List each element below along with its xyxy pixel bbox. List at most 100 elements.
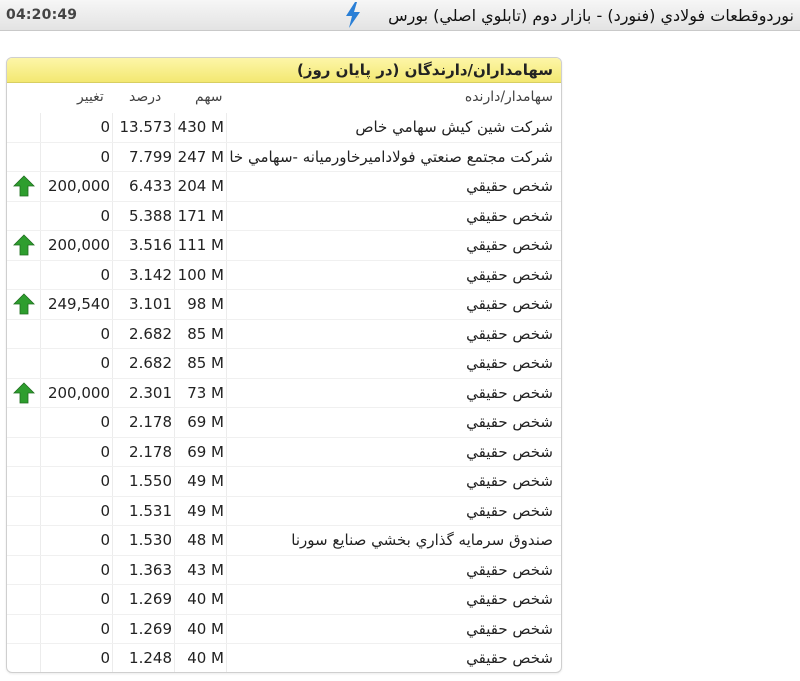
table-row[interactable]: 0 1.550 49 M شخص حقيقي <box>7 467 561 497</box>
table-row[interactable]: 0 2.178 69 M شخص حقيقي <box>7 408 561 438</box>
table-row[interactable]: 0 7.799 247 M شرکت مجتمع صنعتي فولادامیرخاو… <box>7 142 561 172</box>
table-row[interactable]: 0 1.269 40 M شخص حقيقي <box>7 585 561 615</box>
arrow-up-icon <box>12 175 35 197</box>
change-arrow-cell <box>7 142 41 171</box>
table-row[interactable]: 200,000 2.301 73 M شخص حقيقي <box>7 378 561 408</box>
change-cell: 249,540 <box>41 290 113 319</box>
holder-name-cell: شرکت مجتمع صنعتي فولادامیرخاورمیانه -سها… <box>229 147 553 166</box>
change-arrow-cell <box>7 378 41 407</box>
percent-cell: 2.301 <box>113 378 175 407</box>
holder-name-cell: شخص حقيقي <box>466 324 553 343</box>
change-arrow-cell <box>7 467 41 496</box>
change-cell: 200,000 <box>41 231 113 260</box>
change-cell: 0 <box>41 201 113 230</box>
change-arrow-cell <box>7 290 41 319</box>
arrow-up-icon <box>12 234 35 256</box>
table-row[interactable]: 0 1.248 40 M شخص حقيقي <box>7 644 561 672</box>
panel-title: سهامداران/دارندگان (در پايان روز) <box>7 58 561 83</box>
change-cell: 200,000 <box>41 172 113 201</box>
table-row[interactable]: 0 1.269 40 M شخص حقيقي <box>7 614 561 644</box>
shareholders-table: 0 13.573 430 M شرکت شين کيش سهامي خاص 0 7.799… <box>7 113 561 672</box>
table-row[interactable]: 249,540 3.101 98 M شخص حقيقي <box>7 290 561 320</box>
change-cell: 0 <box>41 555 113 584</box>
change-arrow-cell <box>7 585 41 614</box>
arrow-up-icon <box>12 382 35 404</box>
table-row[interactable]: 200,000 6.433 204 M شخص حقيقي <box>7 172 561 202</box>
change-cell: 0 <box>41 614 113 643</box>
percent-cell: 2.682 <box>113 319 175 348</box>
holder-name-cell: شخص حقيقي <box>466 590 553 609</box>
table-row[interactable]: 0 5.388 171 M شخص حقيقي <box>7 201 561 231</box>
shares-cell: 40 M <box>175 614 227 643</box>
table-row[interactable]: 0 1.530 48 M صندوق سرمايه گذاري بخشي صنايع … <box>7 526 561 556</box>
holder-name-cell: شخص حقيقي <box>466 619 553 638</box>
shares-cell: 85 M <box>175 319 227 348</box>
clock-time: 04:20:49 <box>6 7 78 23</box>
percent-cell: 3.516 <box>113 231 175 260</box>
table-row[interactable]: 0 3.142 100 M شخص حقيقي <box>7 260 561 290</box>
table-row[interactable]: 0 1.531 49 M شخص حقيقي <box>7 496 561 526</box>
percent-cell: 3.101 <box>113 290 175 319</box>
percent-cell: 1.363 <box>113 555 175 584</box>
column-percent: درصد <box>129 89 162 105</box>
holder-name-cell: شخص حقيقي <box>466 265 553 284</box>
table-row[interactable]: 0 2.178 69 M شخص حقيقي <box>7 437 561 467</box>
shares-cell: 73 M <box>175 378 227 407</box>
table-row[interactable]: 0 1.363 43 M شخص حقيقي <box>7 555 561 585</box>
holder-name-cell: شخص حقيقي <box>466 560 553 579</box>
holder-name-cell: شخص حقيقي <box>466 472 553 491</box>
change-arrow-cell <box>7 319 41 348</box>
change-arrow-cell <box>7 231 41 260</box>
top-bar: 04:20:49 نوردوقطعات فولادي (فنورد) - باز… <box>0 0 800 31</box>
holder-name-cell: شخص حقيقي <box>466 383 553 402</box>
shares-cell: 49 M <box>175 467 227 496</box>
shares-cell: 247 M <box>175 142 227 171</box>
shares-cell: 43 M <box>175 555 227 584</box>
percent-cell: 3.142 <box>113 260 175 289</box>
table-row[interactable]: 0 2.682 85 M شخص حقيقي <box>7 349 561 379</box>
change-cell: 0 <box>41 408 113 437</box>
percent-cell: 1.269 <box>113 585 175 614</box>
change-arrow-cell <box>7 260 41 289</box>
change-cell: 0 <box>41 467 113 496</box>
change-cell: 200,000 <box>41 378 113 407</box>
percent-cell: 7.799 <box>113 142 175 171</box>
holder-name-cell: شرکت شين کيش سهامي خاص <box>355 118 553 137</box>
table-row[interactable]: 0 2.682 85 M شخص حقيقي <box>7 319 561 349</box>
change-arrow-cell <box>7 496 41 525</box>
shares-cell: 430 M <box>175 113 227 142</box>
change-arrow-cell <box>7 644 41 672</box>
change-arrow-cell <box>7 614 41 643</box>
change-cell: 0 <box>41 437 113 466</box>
percent-cell: 1.269 <box>113 614 175 643</box>
holder-name-cell: صندوق سرمايه گذاري بخشي صنايع سورنا <box>291 531 553 550</box>
table-row[interactable]: 200,000 3.516 111 M شخص حقيقي <box>7 231 561 261</box>
shares-cell: 40 M <box>175 644 227 672</box>
shares-cell: 98 M <box>175 290 227 319</box>
percent-cell: 5.388 <box>113 201 175 230</box>
percent-cell: 2.178 <box>113 437 175 466</box>
shareholders-panel: سهامداران/دارندگان (در پايان روز) سهامدا… <box>6 57 562 673</box>
shares-cell: 40 M <box>175 585 227 614</box>
change-arrow-cell <box>7 201 41 230</box>
holder-name-cell: شخص حقيقي <box>466 413 553 432</box>
column-header-row: سهامدار/دارنده سهم درصد تغيير <box>7 83 561 113</box>
percent-cell: 1.550 <box>113 467 175 496</box>
shares-cell: 49 M <box>175 496 227 525</box>
change-cell: 0 <box>41 349 113 378</box>
change-arrow-cell <box>7 526 41 555</box>
holder-name-cell: شخص حقيقي <box>466 501 553 520</box>
holder-name-cell: شخص حقيقي <box>466 354 553 373</box>
holder-name-cell: شخص حقيقي <box>466 236 553 255</box>
change-cell: 0 <box>41 319 113 348</box>
shares-cell: 111 M <box>175 231 227 260</box>
percent-cell: 13.573 <box>113 113 175 142</box>
shares-cell: 171 M <box>175 201 227 230</box>
shares-cell: 204 M <box>175 172 227 201</box>
change-cell: 0 <box>41 496 113 525</box>
shares-cell: 69 M <box>175 437 227 466</box>
lightning-bolt-icon[interactable] <box>344 2 362 28</box>
table-row[interactable]: 0 13.573 430 M شرکت شين کيش سهامي خاص <box>7 113 561 143</box>
column-shares: سهم <box>195 89 223 105</box>
symbol-title: نوردوقطعات فولادي (فنورد) - بازار دوم (ت… <box>388 6 794 25</box>
